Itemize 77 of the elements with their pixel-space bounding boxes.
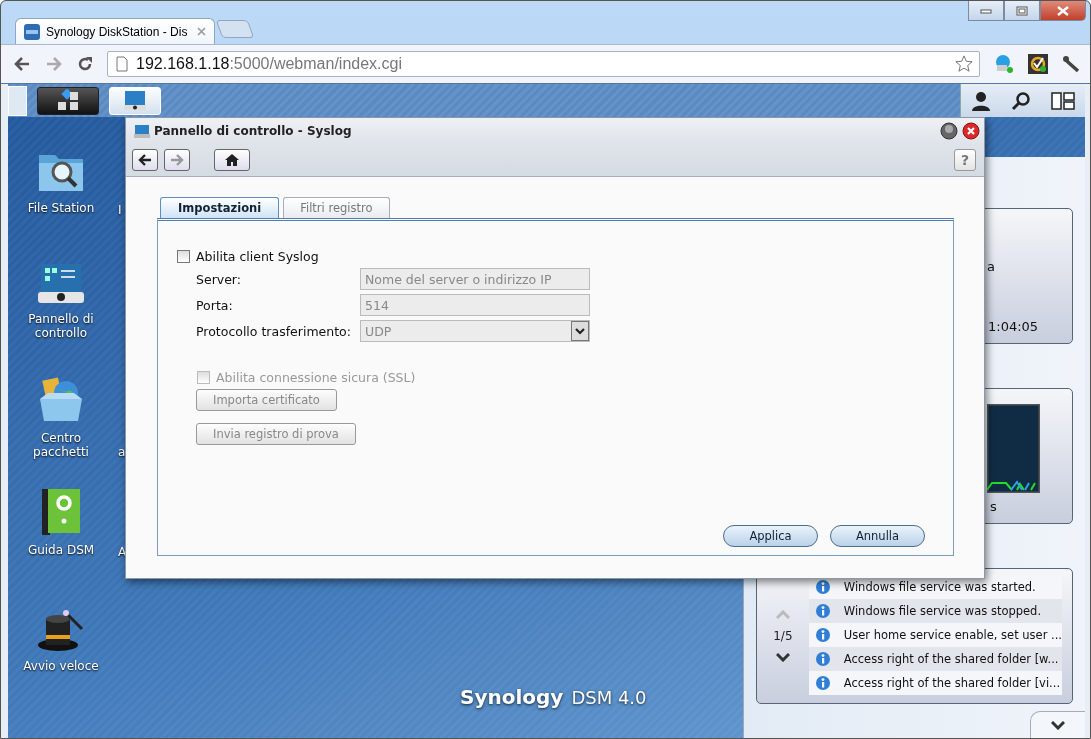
reload-icon[interactable]	[77, 56, 93, 72]
close-button[interactable]	[1040, 1, 1086, 21]
desktop-icon-label[interactable]: Guida DSM	[16, 543, 106, 557]
show-desktop-button[interactable]	[8, 85, 27, 116]
desktop-icon-label[interactable]: I	[118, 203, 122, 217]
dialog-button[interactable]: Annulla	[830, 525, 925, 547]
check-extension-icon[interactable]	[1028, 54, 1048, 74]
control-panel-taskbar-button[interactable]	[109, 86, 161, 115]
user-icon[interactable]	[971, 90, 991, 111]
favicon-icon	[24, 23, 40, 40]
page-counter: 1/5	[773, 629, 793, 643]
control-panel-icon	[123, 89, 147, 112]
search-icon[interactable]	[1011, 90, 1031, 111]
back-button[interactable]	[132, 149, 158, 171]
chevron-down-icon	[1051, 720, 1065, 730]
desktop-icon-label[interactable]: A	[118, 545, 127, 559]
info-icon	[815, 604, 830, 618]
desktop-icon-label[interactable]: File Station	[16, 201, 106, 215]
tab[interactable]: Impostazioni	[160, 197, 280, 218]
field-label: Porta:	[196, 297, 234, 313]
product-name: DSM 4.0	[571, 687, 647, 708]
desktop-icon-label[interactable]: Pannello di controllo	[16, 312, 106, 340]
collapse-tab[interactable]	[1030, 711, 1085, 738]
control-panel-icon	[134, 123, 150, 139]
notification-row[interactable]: Access right of the shared folder [vi...	[808, 671, 1062, 695]
grid-icon	[55, 88, 81, 113]
address-field[interactable]: 192.168.1.18:5000/webman/index.cgi	[107, 51, 980, 77]
maximize-button[interactable]	[1004, 1, 1040, 21]
minimize-icon	[980, 7, 992, 14]
dialog-title: Pannello di controllo - Syslog	[154, 124, 353, 138]
chat-extension-icon[interactable]	[994, 54, 1014, 74]
home-button[interactable]	[214, 149, 250, 171]
forward-icon	[170, 154, 184, 166]
help-book-icon[interactable]	[40, 487, 82, 537]
checkbox[interactable]	[177, 250, 190, 263]
notification-text: Access right of the shared folder [vi...	[843, 676, 1061, 690]
notification-row[interactable]: User home service enable, set user ...	[808, 623, 1062, 647]
widget-text: s	[990, 499, 997, 514]
info-icon	[815, 652, 830, 666]
info-icon	[815, 676, 830, 690]
notification-text: Windows file service was stopped.	[843, 604, 1042, 618]
close-icon[interactable]	[197, 27, 206, 36]
help-button[interactable]: ?	[954, 149, 976, 171]
close-button[interactable]	[962, 122, 980, 140]
back-icon[interactable]	[13, 56, 31, 72]
page-icon	[116, 56, 128, 72]
desktop-icon-label[interactable]: a	[118, 445, 126, 459]
main-menu-button[interactable]	[37, 86, 99, 115]
minimize-button[interactable]	[940, 122, 958, 140]
widget-text: a	[987, 259, 995, 274]
field-label: Server:	[196, 271, 242, 287]
chevron-down-icon[interactable]	[775, 653, 790, 662]
browser-tab[interactable]: Synology DiskStation - Dis	[15, 18, 215, 44]
widgets-icon[interactable]	[1051, 91, 1075, 110]
desktop-icon-label[interactable]: Centro pacchetti	[16, 431, 106, 459]
desktop-icon-label[interactable]: Avvio veloce	[16, 659, 106, 673]
checkbox-label: Abilita connessione sicura (SSL)	[216, 370, 416, 385]
dialog-button[interactable]: Applica	[723, 525, 818, 547]
home-icon	[224, 153, 240, 167]
notification-text: User home service enable, set user ...	[843, 628, 1062, 642]
info-icon	[815, 628, 830, 642]
control-panel-icon[interactable]	[36, 262, 86, 306]
back-icon	[138, 154, 152, 166]
field-label: Protocollo trasferimento:	[196, 323, 352, 339]
notification-row[interactable]: Access right of the shared folder [w...	[808, 647, 1062, 671]
tab[interactable]: Filtri registro	[283, 197, 390, 218]
checkbox-label: Abilita client Syslog	[196, 249, 319, 264]
forward-button[interactable]	[164, 149, 190, 171]
widget-text: 1:04:05	[988, 319, 1039, 334]
caret-icon	[571, 321, 589, 341]
wrench-icon[interactable]	[1062, 55, 1080, 73]
notification-text: Windows file service was started.	[843, 580, 1036, 594]
maximize-icon	[1016, 5, 1028, 16]
close-icon	[1056, 5, 1070, 16]
star-icon[interactable]	[955, 55, 973, 73]
notification-text: Access right of the shared folder [w...	[843, 652, 1059, 666]
brand-logo: Synology	[460, 685, 564, 709]
